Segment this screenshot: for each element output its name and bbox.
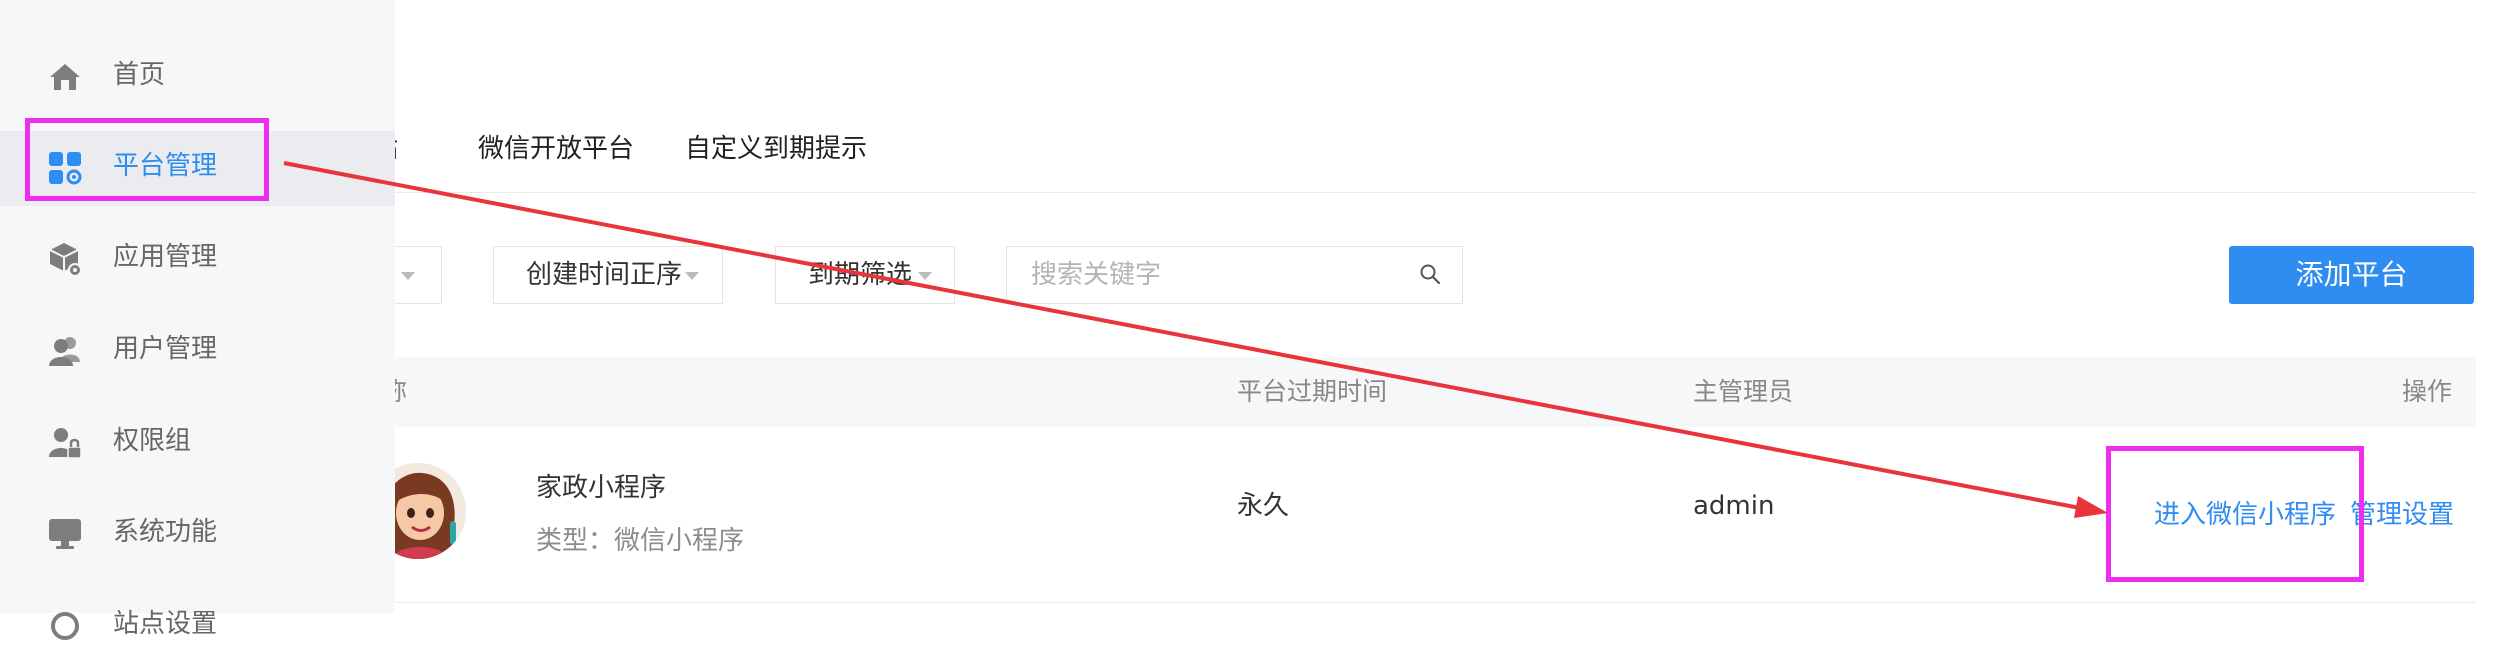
chevron-down-icon [401,272,415,280]
chevron-down-icon [685,272,699,280]
sidebar-item-site-settings[interactable]: 站点设置 [0,595,395,655]
column-header-actions: 操作 [2402,377,2453,406]
tab-wechat-open-platform[interactable]: 微信开放平台 [478,132,634,166]
sidebar-item-label: 应用管理 [113,242,218,272]
platform-name: 家政小程序 [536,473,667,503]
search-input[interactable] [1029,247,1413,303]
sidebar-item-home[interactable]: 首页 [0,46,395,106]
sidebar-item-system[interactable]: 系统功能 [0,503,395,563]
tabs-divider [395,192,2476,193]
sidebar-item-apps[interactable]: 应用管理 [0,228,395,288]
users-icon [49,337,80,366]
column-header-admin: 主管理员 [1693,377,1794,406]
manage-settings-link[interactable]: 管理设置 [2350,498,2454,532]
sidebar-item-users[interactable]: 用户管理 [0,320,395,380]
search-icon[interactable] [1418,262,1442,286]
sidebar-item-permissions[interactable]: 权限组 [0,412,395,472]
chevron-down-icon [918,272,932,280]
highlight-box-platform-menu [25,118,269,201]
monitor-icon [49,519,81,549]
expire-filter-value: 到期筛选 [808,260,913,290]
tab-custom-expire-notice[interactable]: 自定义到期提示 [685,132,867,166]
row-divider [395,602,2476,603]
highlight-box-enter-miniprogram [2106,446,2364,582]
sidebar-item-label: 权限组 [113,426,192,456]
expire-filter-select[interactable]: 到期筛选 [775,246,955,304]
search-box [1006,246,1463,304]
home-icon [50,64,80,90]
sidebar-item-label: 用户管理 [113,334,218,364]
column-header-expire: 平台过期时间 [1237,377,1388,406]
sort-select[interactable]: 创建时间正序 [493,246,723,304]
sidebar-item-label: 系统功能 [113,517,218,547]
sidebar: 首页 平台管理 应用管理 用户管理 权限组 系统功能 站点设置 [0,0,395,640]
platform-admin-value: admin [1693,491,1775,521]
user-lock-icon [49,428,82,459]
platform-expire-value: 永久 [1237,491,1290,521]
package-gear-icon [49,243,82,277]
sidebar-item-label: 站点设置 [113,609,218,639]
platform-type: 类型：微信小程序 [536,526,745,556]
sort-select-value: 创建时间正序 [526,260,683,290]
add-platform-button[interactable]: 添加平台 [2229,246,2474,304]
sidebar-item-label: 首页 [113,60,166,90]
